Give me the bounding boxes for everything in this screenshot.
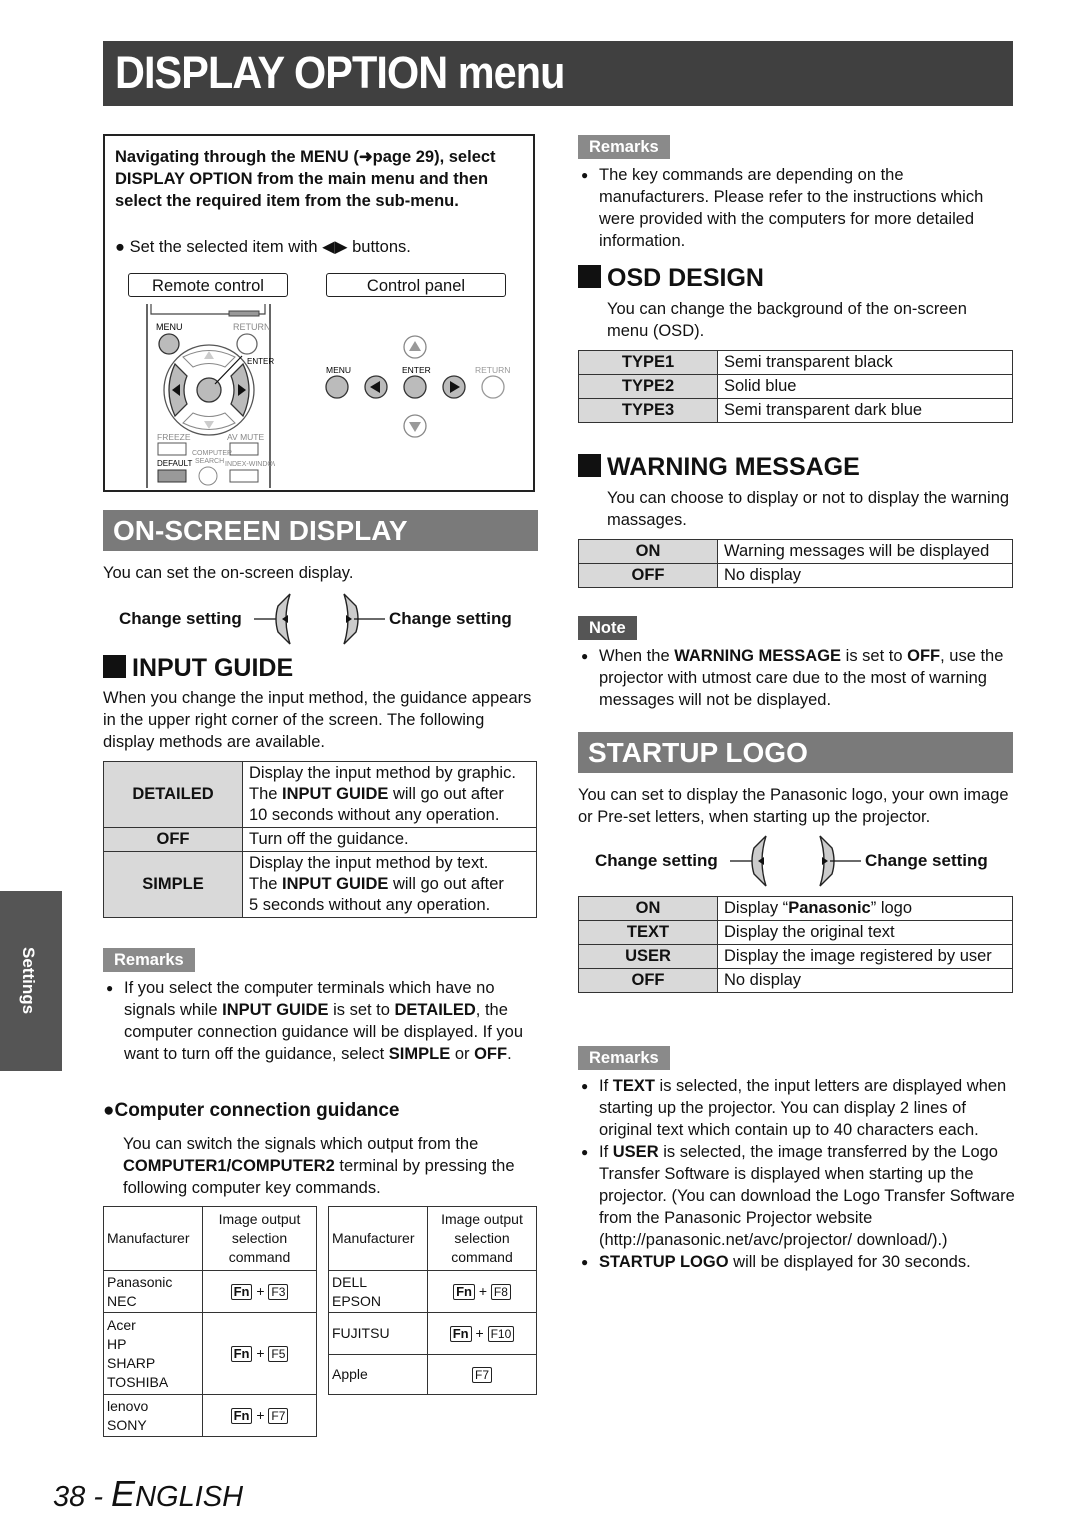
table-row: TYPE2 Solid blue bbox=[578, 374, 1013, 399]
table-row: TYPE3 Semi transparent dark blue bbox=[578, 398, 1013, 423]
table-row: DETAILED Display the input method by gra… bbox=[103, 761, 537, 828]
table-row: OFF Turn off the guidance. bbox=[103, 827, 537, 852]
svg-text:MENU: MENU bbox=[326, 365, 351, 375]
panel-menu-button bbox=[325, 375, 349, 399]
table-row: Acer HP SHARP TOSHIBA Fn + F5 bbox=[103, 1312, 317, 1395]
startup-logo-intro: You can set to display the Panasonic log… bbox=[578, 786, 1009, 826]
remote-menu-button bbox=[158, 333, 180, 355]
navigation-instruction: Navigating through the MENU (➜page 29), … bbox=[115, 148, 496, 210]
table-row: ON Display “Panasonic” logo bbox=[578, 896, 1013, 921]
svg-text:SEARCH: SEARCH bbox=[195, 458, 224, 465]
warning-message-table: ON Warning messages will be displayed OFF… bbox=[578, 539, 1013, 588]
input-guide-heading: INPUT GUIDE bbox=[103, 654, 293, 682]
key-command-remarks: The key commands are depending on the ma… bbox=[578, 164, 1008, 252]
panel-enter-button bbox=[403, 375, 427, 399]
table-row: DELL EPSON Fn + F8 bbox=[328, 1270, 537, 1313]
svg-text:ENTER: ENTER bbox=[402, 365, 431, 375]
table-row: OFF No display bbox=[578, 968, 1013, 993]
table-row: lenovo SONY Fn + F7 bbox=[103, 1394, 317, 1437]
change-setting-arrows bbox=[254, 593, 385, 645]
control-panel-illustration: MENU ENTER RETURN bbox=[325, 335, 510, 438]
navigation-bullet: ● Set the selected item with ◀▶ buttons. bbox=[115, 238, 411, 256]
page-title: DISPLAY OPTION menu bbox=[115, 47, 565, 98]
input-guide-remarks: If you select the computer terminals whi… bbox=[103, 977, 538, 1065]
table-row: OFF No display bbox=[578, 563, 1013, 588]
note-tag: Note bbox=[578, 616, 637, 640]
change-setting-right-label: Change setting bbox=[389, 609, 512, 628]
list-item: If you select the computer terminals whi… bbox=[103, 977, 538, 1065]
navigation-box: Navigating through the MENU (➜page 29), … bbox=[103, 134, 535, 492]
remote-enter-text: ENTER bbox=[247, 357, 274, 366]
svg-text:DEFAULT: DEFAULT bbox=[157, 459, 193, 468]
control-panel-label: Control panel bbox=[326, 273, 506, 297]
svg-text:COMPUTER: COMPUTER bbox=[192, 450, 232, 457]
remote-control-label: Remote control bbox=[128, 273, 288, 297]
change-setting-left-label: Change setting bbox=[595, 851, 718, 870]
list-item: STARTUP LOGO will be displayed for 30 se… bbox=[578, 1251, 1018, 1273]
input-guide-table: DETAILED Display the input method by gra… bbox=[103, 761, 537, 918]
table-row: Apple F7 bbox=[328, 1354, 537, 1395]
warning-message-note: When the WARNING MESSAGE is set to OFF, … bbox=[578, 645, 1018, 711]
startup-logo-table: ON Display “Panasonic” logo TEXT Display t… bbox=[578, 896, 1013, 993]
side-tab-settings: Settings bbox=[0, 891, 62, 1071]
table-row: USER Display the image registered by user bbox=[578, 944, 1013, 969]
panel-return-button bbox=[481, 375, 505, 399]
side-tab-label: Settings bbox=[19, 947, 38, 1015]
table-row: TYPE1 Semi transparent black bbox=[578, 350, 1013, 375]
svg-text:INDEX-WINDOW: INDEX-WINDOW bbox=[225, 461, 275, 468]
svg-text:RETURN: RETURN bbox=[475, 365, 510, 375]
on-screen-display-intro: You can set the on-screen display. bbox=[103, 564, 354, 582]
key-command-table-left: Manufacturer Image output selection comm… bbox=[103, 1206, 317, 1437]
table-row: ON Warning messages will be displayed bbox=[578, 539, 1013, 564]
remote-return-text: RETURN bbox=[233, 322, 271, 332]
change-setting-arrows bbox=[730, 835, 861, 887]
section-band-on-screen-display: ON-SCREEN DISPLAY bbox=[103, 510, 538, 551]
table-row: SIMPLE Display the input method by text.… bbox=[103, 851, 537, 918]
change-setting-right-label: Change setting bbox=[865, 851, 988, 870]
remarks-tag: Remarks bbox=[103, 948, 195, 972]
table-row: TEXT Display the original text bbox=[578, 920, 1013, 945]
remarks-tag: Remarks bbox=[578, 135, 670, 159]
navigation-bullet-text: Set the selected item with ◀▶ buttons. bbox=[129, 238, 411, 256]
table-row: Panasonic NEC Fn + F3 bbox=[103, 1270, 317, 1313]
list-item: If TEXT is selected, the input letters a… bbox=[578, 1075, 1018, 1141]
list-item: If USER is selected, the image transferr… bbox=[578, 1141, 1018, 1251]
warning-message-heading: WARNING MESSAGE bbox=[578, 453, 860, 481]
startup-logo-remarks: If TEXT is selected, the input letters a… bbox=[578, 1075, 1018, 1273]
page-footer: 38 - ENGLISH bbox=[53, 1473, 244, 1514]
change-setting-left-label: Change setting bbox=[119, 609, 242, 628]
osd-design-heading: OSD DESIGN bbox=[578, 264, 764, 292]
page-title-bar: DISPLAY OPTION menu bbox=[103, 41, 1013, 106]
svg-text:AV MUTE: AV MUTE bbox=[227, 432, 264, 442]
remote-control-illustration: MENU RETURN ENTER FREEZE AV MUTE COMPUTE… bbox=[146, 304, 275, 488]
section-square-icon bbox=[578, 454, 601, 477]
list-item: The key commands are depending on the ma… bbox=[578, 164, 1008, 252]
section-square-icon bbox=[103, 655, 126, 678]
computer-guidance-intro: You can switch the signals which output … bbox=[123, 1135, 515, 1197]
computer-guidance-heading: ●Computer connection guidance bbox=[103, 1100, 400, 1121]
key-command-table-right: Manufacturer Image output selection comm… bbox=[328, 1206, 537, 1395]
table-row: FUJITSU Fn + F10 bbox=[328, 1312, 537, 1355]
remote-menu-text: MENU bbox=[156, 322, 183, 332]
list-item: When the WARNING MESSAGE is set to OFF, … bbox=[578, 645, 1018, 711]
input-guide-intro: When you change the input method, the gu… bbox=[103, 689, 532, 751]
section-square-icon bbox=[578, 265, 601, 288]
page-number: 38 bbox=[53, 1481, 86, 1513]
remote-return-button bbox=[236, 333, 258, 355]
osd-design-intro: You can change the background of the on-… bbox=[607, 300, 967, 340]
svg-text:FREEZE: FREEZE bbox=[157, 432, 191, 442]
osd-design-table: TYPE1 Semi transparent black TYPE2 Solid b… bbox=[578, 350, 1013, 423]
remarks-tag: Remarks bbox=[578, 1046, 670, 1070]
section-band-startup-logo: STARTUP LOGO bbox=[578, 732, 1013, 773]
warning-message-intro: You can choose to display or not to disp… bbox=[607, 489, 1010, 529]
